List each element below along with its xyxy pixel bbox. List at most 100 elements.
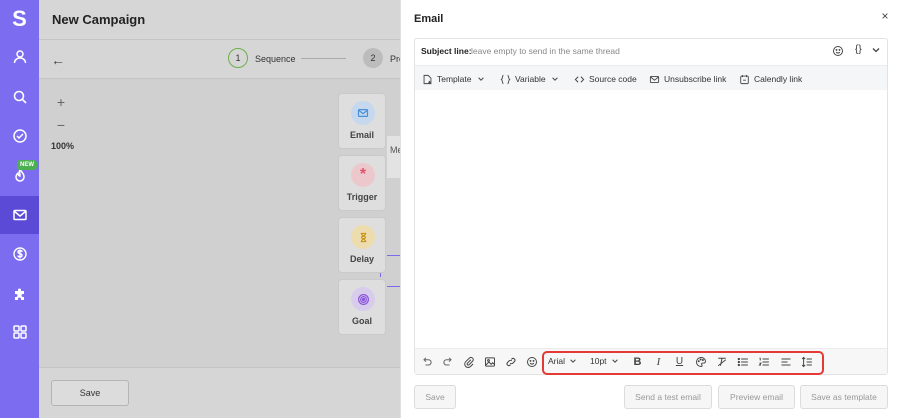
- sidebar-item-campaigns[interactable]: [0, 196, 39, 234]
- puzzle-icon: [14, 288, 24, 300]
- panel-footer: Save Send a test email Preview email Sav…: [414, 385, 888, 409]
- font-family-select[interactable]: Arial: [548, 356, 577, 366]
- user-icon: [13, 50, 26, 64]
- template-dropdown[interactable]: Template: [422, 72, 485, 86]
- font-size-value: 10pt: [590, 356, 607, 366]
- save-email-button[interactable]: Save: [414, 385, 456, 409]
- redo-icon[interactable]: [441, 355, 454, 368]
- node-label: Trigger: [346, 192, 378, 202]
- source-code-label: Source code: [589, 74, 637, 84]
- link-icon[interactable]: [504, 355, 517, 368]
- calendly-link-button[interactable]: Calendly link: [739, 72, 802, 86]
- variable-braces-icon[interactable]: {}: [855, 44, 862, 55]
- preview-email-button[interactable]: Preview email: [718, 385, 795, 409]
- save-as-template-button[interactable]: Save as template: [800, 385, 888, 409]
- chevron-down-icon: [477, 77, 484, 81]
- zoom-level: 100%: [51, 141, 75, 151]
- sidebar-item-search[interactable]: [0, 78, 39, 116]
- step-1-label[interactable]: Sequence: [255, 54, 296, 64]
- close-icon[interactable]: ×: [879, 9, 891, 23]
- back-arrow-icon[interactable]: ←: [51, 52, 65, 68]
- numbered-list-icon[interactable]: [757, 355, 770, 368]
- send-test-email-button[interactable]: Send a test email: [624, 385, 712, 409]
- target-icon: [351, 287, 375, 311]
- template-label: Template: [437, 74, 472, 84]
- chevron-down-icon: [551, 77, 558, 81]
- zoom-out-button[interactable]: −: [52, 116, 70, 134]
- sidebar-item-integrations[interactable]: [0, 275, 39, 313]
- sidebar-item-apps[interactable]: [0, 313, 39, 351]
- save-button[interactable]: Save: [51, 380, 129, 406]
- panel-title: Email: [414, 13, 444, 25]
- sequence-card-edge: [387, 136, 400, 178]
- emoji-icon[interactable]: [832, 45, 844, 57]
- page-header: New Campaign: [39, 0, 400, 40]
- undo-icon[interactable]: [420, 355, 433, 368]
- braces-icon: [500, 74, 511, 84]
- dollar-icon: [12, 247, 27, 261]
- subject-label: Subject line:: [421, 46, 472, 56]
- new-badge: NEW: [17, 160, 37, 170]
- italic-button[interactable]: I: [652, 355, 665, 368]
- email-body-editor[interactable]: [415, 90, 887, 348]
- template-icon: [423, 74, 432, 84]
- node-label: Delay: [349, 254, 375, 264]
- chevron-down-icon: [570, 359, 576, 363]
- sidebar-item-billing[interactable]: [0, 235, 39, 273]
- source-code-button[interactable]: Source code: [574, 72, 637, 86]
- sidebar-item-contacts[interactable]: [0, 38, 39, 76]
- font-size-select[interactable]: 10pt: [590, 356, 619, 366]
- clear-format-icon[interactable]: [715, 355, 728, 368]
- email-panel: Email × Subject line: {} Template Variab…: [400, 0, 900, 418]
- calendly-label: Calendly link: [754, 74, 803, 84]
- email-editor: Subject line: {} Template Variable Sourc…: [414, 38, 888, 375]
- page-title: New Campaign: [52, 12, 146, 27]
- node-trigger[interactable]: * Trigger: [338, 155, 386, 211]
- search-icon: [13, 90, 27, 104]
- zoom-in-button[interactable]: +: [52, 93, 70, 111]
- emoji-icon[interactable]: [525, 355, 538, 368]
- flow-connector: [387, 286, 400, 287]
- asterisk-icon: *: [351, 163, 375, 187]
- hourglass-icon: [351, 225, 375, 249]
- mail-icon: [351, 101, 375, 125]
- palette-icon[interactable]: [694, 355, 707, 368]
- unsubscribe-link-button[interactable]: Unsubscribe link: [649, 72, 726, 86]
- page-footer: Save: [39, 367, 400, 418]
- step-2-circle[interactable]: 2: [363, 48, 383, 68]
- node-email[interactable]: Email: [338, 93, 386, 149]
- node-label: Email: [349, 130, 374, 140]
- attachment-icon[interactable]: [462, 355, 475, 368]
- code-icon: [574, 75, 585, 83]
- campaign-page: New Campaign ← 1 Sequence 2 Pro + − 100%…: [39, 0, 400, 418]
- variable-label: Variable: [515, 74, 546, 84]
- align-left-icon[interactable]: [779, 355, 792, 368]
- node-delay[interactable]: Delay: [338, 217, 386, 273]
- calendar-icon: [740, 74, 749, 84]
- step-1-circle[interactable]: 1: [228, 48, 248, 68]
- mail-icon: [12, 209, 27, 221]
- flow-connector: [387, 255, 400, 256]
- node-label: Goal: [351, 316, 372, 326]
- sidebar-item-tasks[interactable]: [0, 117, 39, 155]
- bulleted-list-icon[interactable]: [736, 355, 749, 368]
- app-logo[interactable]: S: [0, 0, 39, 38]
- check-circle-icon: [12, 129, 27, 143]
- chevron-down-icon: [611, 359, 618, 363]
- sidebar: S NEW: [0, 0, 39, 418]
- variable-dropdown[interactable]: Variable: [500, 72, 559, 86]
- underline-button[interactable]: U: [673, 355, 686, 368]
- font-family-value: Arial: [548, 356, 566, 366]
- stepper: ←: [39, 40, 400, 79]
- subject-input[interactable]: [471, 43, 821, 59]
- step-2-label[interactable]: Pro: [390, 54, 400, 64]
- sequence-card-label: Me: [390, 145, 400, 155]
- line-height-icon[interactable]: [800, 355, 813, 368]
- image-icon[interactable]: [483, 355, 496, 368]
- insert-toolbar: Template Variable Source code Unsubscrib…: [415, 65, 887, 90]
- node-goal[interactable]: Goal: [338, 279, 386, 335]
- step-connector: [301, 58, 346, 59]
- mail-off-icon: [649, 75, 660, 83]
- bold-button[interactable]: B: [631, 355, 644, 368]
- chevron-down-icon[interactable]: [871, 45, 881, 55]
